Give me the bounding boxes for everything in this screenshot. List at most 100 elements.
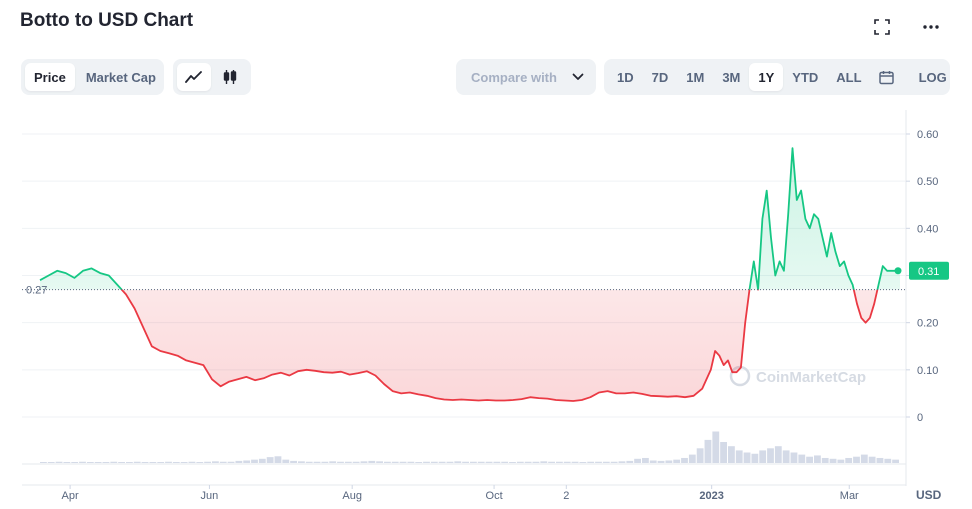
volume-bar bbox=[454, 461, 462, 463]
volume-bar bbox=[165, 461, 172, 463]
price-chart: CoinMarketCap 00.100.200.300.400.500.60A… bbox=[22, 110, 949, 502]
volume-bar bbox=[485, 461, 493, 463]
volume-bar bbox=[642, 457, 649, 463]
y-tick-label: 0.10 bbox=[917, 365, 938, 377]
x-tick-label: Mar bbox=[840, 490, 859, 502]
volume-bar bbox=[814, 455, 821, 463]
volume-bar bbox=[595, 461, 602, 463]
volume-bar bbox=[243, 460, 251, 463]
y-tick-label: 0.20 bbox=[917, 318, 938, 330]
volume-bar bbox=[892, 459, 899, 463]
volume-bar bbox=[313, 461, 321, 463]
volume-bar bbox=[524, 461, 532, 463]
volume-bar bbox=[329, 461, 337, 463]
volume-bar bbox=[845, 457, 853, 463]
volume-bar bbox=[657, 460, 665, 463]
volume-bar bbox=[430, 461, 438, 463]
volume-bar bbox=[806, 456, 813, 463]
volume-bar bbox=[79, 461, 86, 463]
volume-bar bbox=[337, 461, 344, 463]
volume-bar bbox=[391, 461, 399, 463]
y-tick-label: 0.50 bbox=[917, 176, 938, 188]
volume-bar bbox=[884, 458, 892, 463]
volume-bar bbox=[477, 461, 485, 463]
volume-bar bbox=[532, 461, 540, 463]
volume-bar bbox=[407, 461, 415, 463]
volume-bar bbox=[266, 457, 274, 463]
volume-bar bbox=[782, 450, 790, 463]
volume-bar bbox=[649, 460, 657, 463]
volume-bar bbox=[829, 458, 837, 463]
volume-bar bbox=[556, 461, 563, 463]
volume-bar bbox=[227, 461, 235, 463]
volume-bar bbox=[751, 453, 759, 463]
volume-bar bbox=[235, 460, 243, 463]
volume-bar bbox=[118, 462, 125, 463]
volume-bar bbox=[47, 462, 55, 463]
volume-bar bbox=[790, 452, 798, 463]
x-tick-label: 2 bbox=[563, 490, 569, 502]
volume-bar bbox=[821, 457, 829, 463]
volume-bar bbox=[665, 460, 673, 463]
volume-bar bbox=[157, 462, 165, 463]
volume-bar bbox=[720, 442, 727, 463]
volume-bar bbox=[735, 450, 743, 463]
volume-bar bbox=[688, 454, 696, 463]
x-tick-label: 2023 bbox=[699, 490, 723, 502]
volume-bar bbox=[743, 452, 751, 463]
volume-bar bbox=[704, 439, 712, 463]
x-tick-label: Aug bbox=[342, 490, 362, 502]
volume-bar bbox=[774, 446, 782, 463]
volume-bar bbox=[712, 431, 720, 463]
volume-bar bbox=[579, 462, 587, 463]
volume-bar bbox=[133, 461, 141, 463]
volume-bar bbox=[180, 462, 188, 463]
volume-bar bbox=[63, 462, 71, 463]
volume-bar bbox=[876, 457, 884, 463]
volume-bar bbox=[274, 456, 282, 463]
volume-bar bbox=[540, 461, 548, 463]
volume-bar bbox=[204, 461, 211, 463]
volume-bar bbox=[110, 461, 118, 463]
volume-bar bbox=[55, 461, 63, 463]
volume-bar bbox=[610, 461, 618, 463]
volume-bar bbox=[563, 461, 571, 463]
volume-bar bbox=[438, 461, 446, 463]
volume-bar bbox=[344, 461, 352, 463]
volume-bar bbox=[305, 461, 313, 463]
volume-bar bbox=[860, 454, 868, 463]
volume-bar bbox=[462, 461, 469, 463]
volume-bar bbox=[493, 461, 501, 463]
volume-bar bbox=[696, 448, 704, 463]
volume-bar bbox=[423, 461, 430, 463]
volume-bar bbox=[798, 454, 806, 463]
volume-bar bbox=[321, 461, 329, 463]
volume-bar bbox=[509, 462, 516, 463]
volume-bar bbox=[126, 462, 133, 463]
volume-bar bbox=[172, 462, 180, 463]
volume-bar bbox=[86, 462, 94, 463]
volume-bar bbox=[501, 461, 509, 463]
volume-bar bbox=[681, 457, 688, 463]
volume-bar bbox=[548, 461, 555, 463]
volume-bar bbox=[516, 461, 524, 463]
last-price-dot bbox=[894, 267, 902, 275]
volume-bar bbox=[298, 461, 305, 463]
volume-bar bbox=[384, 461, 391, 463]
volume-bar bbox=[376, 461, 383, 463]
y-tick-label: 0 bbox=[917, 412, 923, 424]
y-tick-label: 0.60 bbox=[917, 129, 938, 141]
volume-bar bbox=[446, 461, 454, 463]
x-tick-label: Jun bbox=[201, 490, 219, 502]
volume-bar bbox=[102, 462, 110, 463]
volume-bar bbox=[251, 459, 258, 463]
volume-bar bbox=[587, 461, 595, 463]
volume-bar bbox=[853, 456, 860, 463]
volume-bar bbox=[415, 462, 423, 463]
volume-bar bbox=[352, 461, 360, 463]
volume-bar bbox=[282, 459, 290, 463]
volume-bar bbox=[602, 461, 610, 463]
x-tick-label: Apr bbox=[62, 490, 79, 502]
volume-bar bbox=[212, 461, 219, 463]
volume-bar bbox=[626, 460, 634, 463]
